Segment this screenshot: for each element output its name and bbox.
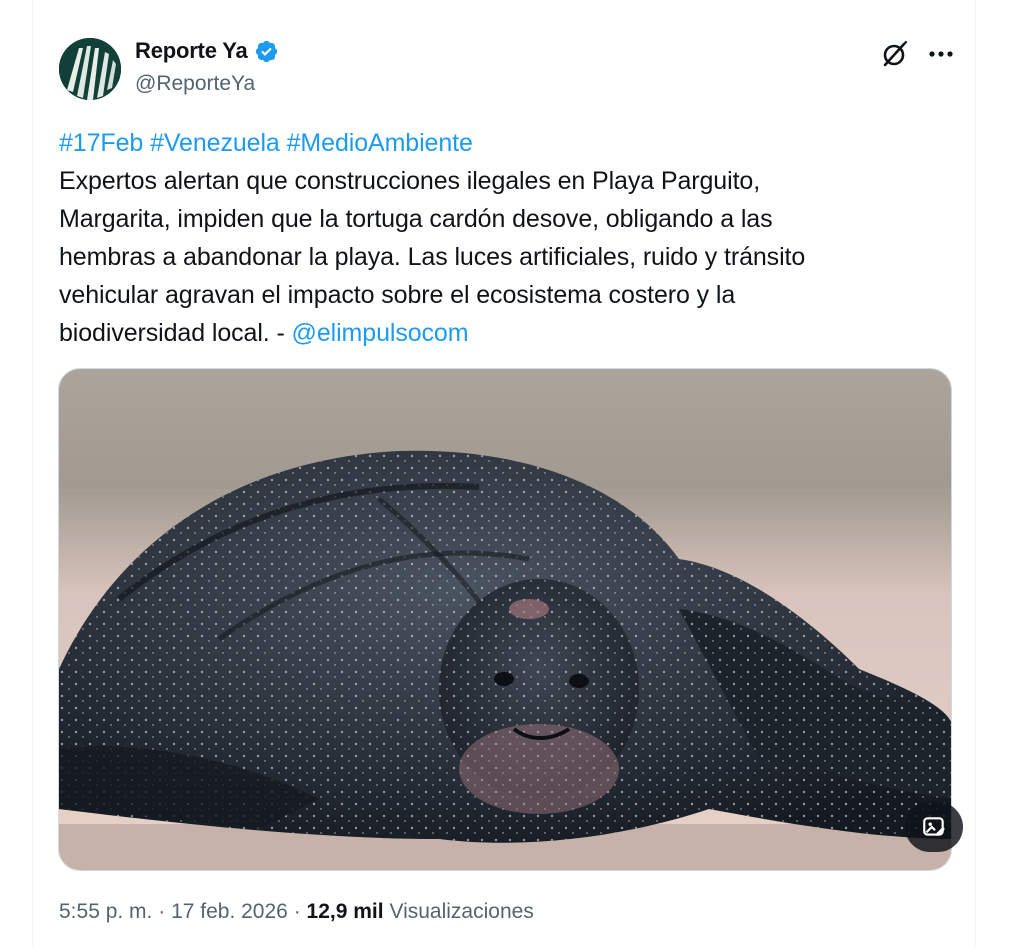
hashtag-link[interactable]: #MedioAmbiente (287, 129, 473, 157)
meta-separator: · (293, 900, 301, 923)
image-description-button[interactable] (905, 802, 963, 852)
post-date[interactable]: 17 feb. 2026 (171, 900, 288, 923)
meta-separator: · (158, 900, 166, 923)
hashtag-line: #17Feb #Venezuela #MedioAmbiente (59, 124, 939, 162)
author-name-row: Reporte Ya (135, 38, 279, 64)
views-label: Visualizaciones (389, 900, 534, 923)
more-options-icon[interactable] (925, 40, 957, 68)
author-name[interactable]: Reporte Ya (135, 38, 248, 64)
post-card[interactable]: Reporte Ya @ReporteYa #17Feb #Venezuela … (32, 0, 976, 947)
turtle-photo (59, 369, 951, 870)
text-line: vehicular agravan el impacto sobre el ec… (59, 281, 736, 309)
post-time[interactable]: 5:55 p. m. (59, 900, 152, 923)
grok-icon[interactable] (879, 38, 911, 70)
text-line: Expertos alertan que construcciones ileg… (59, 167, 761, 195)
post-image[interactable] (58, 368, 952, 871)
post-metadata: 5:55 p. m. · 17 feb. 2026 · 12,9 mil Vis… (59, 900, 534, 924)
mention-link[interactable]: @elimpulsocom (292, 319, 469, 347)
post-text: #17Feb #Venezuela #MedioAmbiente Experto… (59, 124, 939, 352)
text-line-last: biodiversidad local. - @elimpulsocom (59, 314, 939, 352)
text-line: biodiversidad local. - (59, 319, 292, 347)
hashtag-link[interactable]: #Venezuela (150, 129, 280, 157)
verified-badge-icon (255, 40, 277, 62)
text-line: Margarita, impiden que la tortuga cardón… (59, 205, 773, 233)
views-count: 12,9 mil (306, 900, 384, 923)
image-description-icon (923, 817, 945, 836)
hashtag-link[interactable]: #17Feb (59, 129, 143, 157)
author-handle[interactable]: @ReporteYa (135, 72, 255, 96)
text-line: hembras a abandonar la playa. Las luces … (59, 243, 806, 271)
author-avatar[interactable] (59, 38, 121, 100)
